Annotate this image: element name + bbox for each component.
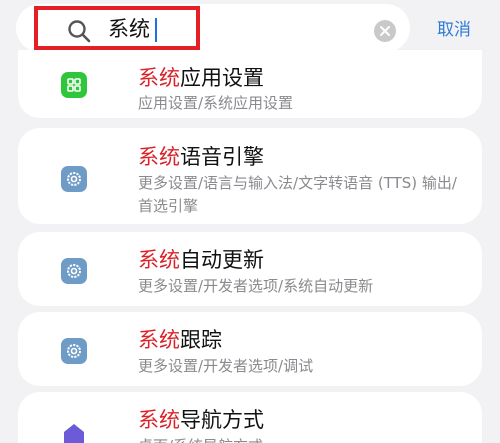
result-item[interactable]: 系统跟踪 更多设置/开发者选项/调试 bbox=[18, 312, 482, 386]
close-icon bbox=[380, 26, 390, 36]
result-title: 系统导航方式 bbox=[138, 408, 264, 432]
clear-search-button[interactable] bbox=[374, 20, 396, 42]
result-path: 更多设置/开发者选项/调试 bbox=[138, 357, 314, 375]
app-grid-icon bbox=[61, 72, 87, 98]
result-title: 系统应用设置 bbox=[138, 66, 264, 90]
result-item[interactable]: 系统自动更新 更多设置/开发者选项/系统自动更新 bbox=[18, 232, 482, 306]
result-path: 应用设置/系统应用设置 bbox=[138, 94, 294, 112]
result-path: 更多设置/开发者选项/系统自动更新 bbox=[138, 277, 374, 295]
gear-icon bbox=[61, 338, 87, 364]
result-path: 更多设置/语言与输入法/文字转语音 (TTS) 输出/首选引擎 bbox=[138, 174, 457, 215]
cancel-button[interactable]: 取消 bbox=[437, 18, 471, 42]
result-item[interactable]: 系统应用设置 应用设置/系统应用设置 bbox=[18, 50, 482, 118]
result-item[interactable]: 系统导航方式 桌面/系统导航方式 bbox=[18, 392, 482, 443]
gear-icon bbox=[61, 258, 87, 284]
result-item[interactable]: 系统语音引擎 更多设置/语言与输入法/文字转语音 (TTS) 输出/首选引擎 bbox=[18, 128, 482, 224]
result-title: 系统语音引擎 bbox=[138, 145, 264, 169]
result-title: 系统跟踪 bbox=[138, 328, 222, 352]
result-path: 桌面/系统导航方式 bbox=[138, 435, 468, 443]
annotation-highlight-box bbox=[34, 6, 200, 50]
result-title: 系统自动更新 bbox=[138, 248, 264, 272]
home-icon bbox=[61, 420, 87, 443]
gear-icon bbox=[61, 166, 87, 192]
